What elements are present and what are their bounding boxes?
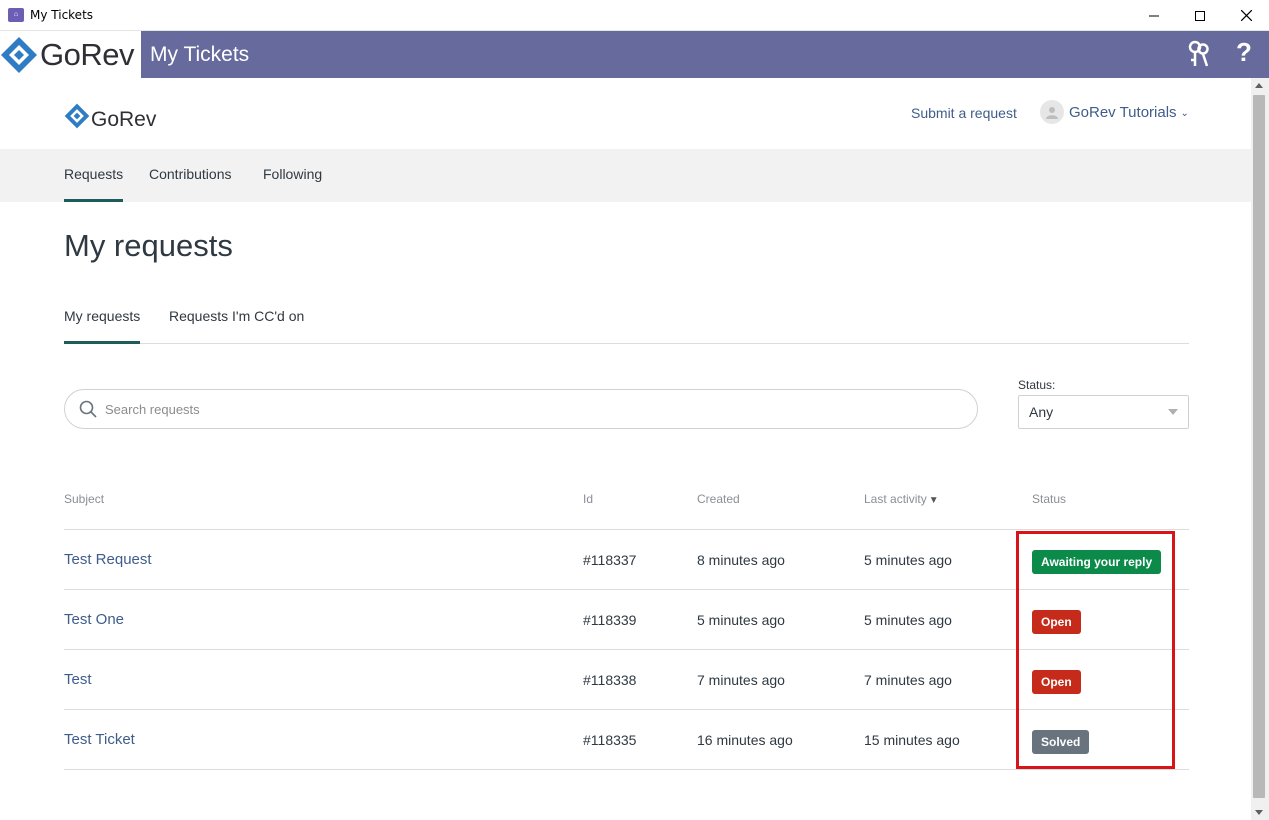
- app-title: My Tickets: [150, 43, 250, 66]
- scrollbar-thumb[interactable]: [1253, 95, 1265, 798]
- window-titlebar: ⌂ My Tickets: [0, 0, 1269, 31]
- header-id[interactable]: Id: [583, 492, 593, 506]
- status-filter-value: Any: [1029, 404, 1054, 420]
- gorev-logo-icon: [1, 36, 37, 73]
- site-header: GoRev Submit a request GoRev Tutorials ⌄: [0, 78, 1251, 149]
- request-id: #118338: [583, 672, 637, 688]
- header-last-activity[interactable]: Last activity ▼: [864, 492, 939, 506]
- request-last-activity: 5 minutes ago: [864, 612, 952, 628]
- request-created: 5 minutes ago: [697, 612, 785, 628]
- status-filter-label: Status:: [1018, 378, 1056, 392]
- user-icon: [1046, 107, 1058, 119]
- vertical-scrollbar[interactable]: [1251, 78, 1269, 820]
- search-icon: [79, 400, 97, 418]
- minimize-button[interactable]: [1131, 0, 1177, 31]
- request-created: 16 minutes ago: [697, 732, 793, 748]
- chevron-down-icon: ⌄: [1180, 107, 1189, 119]
- app-icon: ⌂: [8, 8, 24, 22]
- table-header: Subject Id Created Last activity ▼ Status: [64, 470, 1189, 530]
- request-last-activity: 15 minutes ago: [864, 732, 960, 748]
- close-icon: [1240, 10, 1252, 21]
- minimize-icon: [1149, 15, 1159, 16]
- app-brand-text: GoRev: [40, 36, 134, 72]
- app-logo: GoRev: [0, 31, 141, 78]
- request-subject-link[interactable]: Test Request: [64, 530, 152, 590]
- request-subject-link[interactable]: Test Ticket: [64, 710, 135, 770]
- app-header: GoRev My Tickets ?: [0, 31, 1269, 78]
- nav-requests[interactable]: Requests: [64, 149, 124, 202]
- maximize-button[interactable]: [1177, 0, 1223, 31]
- nav-following[interactable]: Following: [263, 149, 322, 202]
- window-title: My Tickets: [30, 8, 94, 22]
- page-title: My requests: [64, 228, 233, 263]
- tab-ccd-requests[interactable]: Requests I'm CC'd on: [169, 296, 304, 344]
- site-logo-text: GoRev: [91, 108, 157, 131]
- maximize-icon: [1195, 10, 1205, 21]
- request-last-activity: 7 minutes ago: [864, 672, 952, 688]
- keys-icon: [1188, 40, 1209, 67]
- request-subject-link[interactable]: Test: [64, 650, 92, 710]
- avatar: [1040, 100, 1064, 124]
- sort-desc-icon: ▼: [928, 495, 939, 506]
- account-nav: Requests Contributions Following: [0, 149, 1251, 202]
- search-box[interactable]: [64, 389, 978, 429]
- request-id: #118339: [583, 612, 637, 628]
- submit-request-link[interactable]: Submit a request: [911, 105, 1017, 121]
- scroll-down-icon[interactable]: [1255, 810, 1263, 815]
- status-filter-select[interactable]: Any: [1018, 395, 1189, 429]
- header-last-activity-label: Last activity: [864, 492, 927, 506]
- request-id: #118337: [583, 552, 637, 568]
- header-subject[interactable]: Subject: [64, 492, 104, 506]
- request-id: #118335: [583, 732, 637, 748]
- keys-button[interactable]: [1186, 40, 1212, 73]
- user-menu[interactable]: GoRev Tutorials ⌄: [1040, 100, 1189, 124]
- requests-tabs: My requests Requests I'm CC'd on: [64, 296, 1189, 344]
- close-window-button[interactable]: [1223, 0, 1269, 31]
- search-input[interactable]: [105, 401, 905, 417]
- help-button[interactable]: ?: [1236, 37, 1252, 68]
- user-name: GoRev Tutorials: [1069, 103, 1177, 121]
- window-controls: [1131, 0, 1269, 31]
- scroll-up-icon[interactable]: [1255, 83, 1263, 88]
- gorev-logo-icon: [64, 103, 90, 129]
- tab-my-requests[interactable]: My requests: [64, 296, 141, 344]
- header-created[interactable]: Created: [697, 492, 740, 506]
- request-created: 7 minutes ago: [697, 672, 785, 688]
- request-last-activity: 5 minutes ago: [864, 552, 952, 568]
- dropdown-caret-icon: [1168, 409, 1178, 415]
- request-created: 8 minutes ago: [697, 552, 785, 568]
- nav-contributions[interactable]: Contributions: [149, 149, 232, 202]
- request-subject-link[interactable]: Test One: [64, 590, 124, 650]
- site-logo[interactable]: GoRev: [64, 100, 156, 132]
- header-status[interactable]: Status: [1032, 492, 1066, 506]
- status-highlight-box: [1016, 531, 1175, 769]
